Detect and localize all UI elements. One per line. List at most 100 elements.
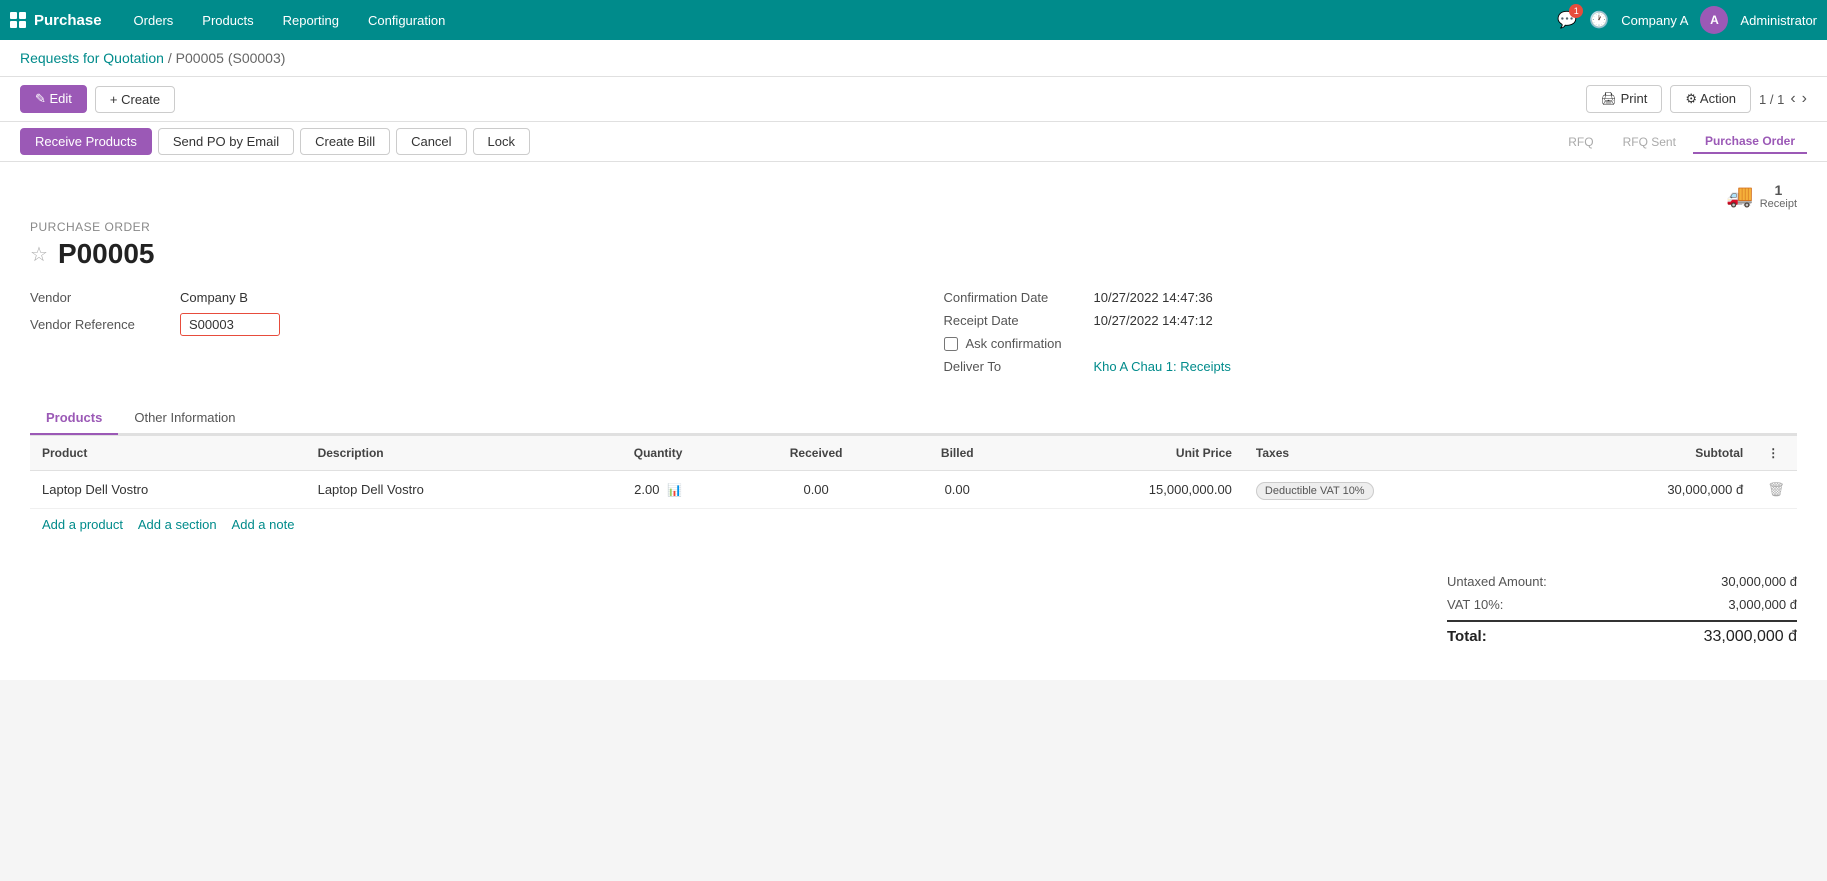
- stage-purchase-order: Purchase Order: [1693, 130, 1807, 154]
- stage-rfq-sent: RFQ Sent: [1611, 131, 1688, 153]
- vendor-label: Vendor: [30, 290, 170, 305]
- grid-icon: [10, 12, 26, 28]
- tab-other-information[interactable]: Other Information: [118, 402, 251, 435]
- totals-untaxed-row: Untaxed Amount: 30,000,000 đ: [1447, 570, 1797, 593]
- cell-delete[interactable]: 🗑: [1755, 471, 1797, 509]
- prev-button[interactable]: ‹: [1790, 90, 1795, 108]
- menu-orders[interactable]: Orders: [122, 7, 186, 34]
- edit-button[interactable]: ✎ Edit: [20, 85, 87, 113]
- topnav-right: 💬 1 🕐 Company A A Administrator: [1557, 6, 1817, 34]
- untaxed-value: 30,000,000 đ: [1721, 574, 1797, 589]
- breadcrumb-parent[interactable]: Requests for Quotation: [20, 50, 164, 66]
- totals-area: Untaxed Amount: 30,000,000 đ VAT 10%: 3,…: [30, 560, 1797, 660]
- app-name: Purchase: [34, 12, 102, 29]
- totals-final-row: Total: 33,000,000 đ: [1447, 620, 1797, 650]
- cell-quantity: 2.00 📊: [581, 471, 735, 509]
- clock-icon[interactable]: 🕐: [1589, 10, 1609, 30]
- deliver-to-value[interactable]: Kho A Chau 1: Receipts: [1094, 359, 1231, 374]
- action-button[interactable]: ⚙ Action: [1670, 85, 1751, 113]
- lock-button[interactable]: Lock: [473, 128, 530, 155]
- menu-reporting[interactable]: Reporting: [271, 7, 351, 34]
- receipt-date-value: 10/27/2022 14:47:12: [1094, 313, 1213, 328]
- confirmation-date-value: 10/27/2022 14:47:36: [1094, 290, 1213, 305]
- col-unit-price: Unit Price: [1017, 436, 1244, 471]
- add-product-link[interactable]: Add a product: [42, 517, 123, 532]
- status-bar: Receive Products Send PO by Email Create…: [0, 122, 1827, 162]
- form-left: Vendor Company B Vendor Reference: [30, 290, 884, 382]
- stage-bar: RFQ RFQ Sent Purchase Order: [1556, 130, 1807, 154]
- vendor-ref-label: Vendor Reference: [30, 317, 170, 332]
- record-section-label: Purchase Order: [30, 220, 1797, 234]
- col-received: Received: [735, 436, 897, 471]
- cell-unit-price: 15,000,000.00: [1017, 471, 1244, 509]
- add-row-area: Add a product Add a section Add a note: [30, 509, 1797, 540]
- pagination: 1 / 1 ‹ ›: [1759, 90, 1807, 108]
- add-note-link[interactable]: Add a note: [232, 517, 295, 532]
- print-button[interactable]: 🖨 Print: [1586, 85, 1663, 113]
- receipt-label: Receipt: [1760, 198, 1797, 210]
- form-right: Confirmation Date 10/27/2022 14:47:36 Re…: [944, 290, 1798, 382]
- total-label: Total:: [1447, 628, 1487, 646]
- record-section: Purchase Order ☆ P00005 Vendor Company B…: [30, 220, 1797, 382]
- deliver-to-label: Deliver To: [944, 359, 1084, 374]
- breadcrumb-separator: /: [168, 50, 172, 66]
- col-subtotal: Subtotal: [1544, 436, 1756, 471]
- receive-products-button[interactable]: Receive Products: [20, 128, 152, 155]
- favorite-icon[interactable]: ☆: [30, 242, 48, 267]
- col-description: Description: [306, 436, 582, 471]
- totals-table: Untaxed Amount: 30,000,000 đ VAT 10%: 3,…: [1447, 570, 1797, 650]
- table-row: Laptop Dell Vostro Laptop Dell Vostro 2.…: [30, 471, 1797, 509]
- tabs: Products Other Information: [30, 402, 1797, 435]
- username: Administrator: [1740, 13, 1817, 28]
- confirmation-date-label: Confirmation Date: [944, 290, 1084, 305]
- record-id: P00005: [58, 238, 155, 270]
- add-section-link[interactable]: Add a section: [138, 517, 217, 532]
- main-content: 🚚 1 Receipt Purchase Order ☆ P00005 Vend…: [0, 162, 1827, 680]
- breadcrumb-current: P00005 (S00003): [176, 50, 286, 66]
- tab-products[interactable]: Products: [30, 402, 118, 435]
- receipt-count: 1: [1774, 182, 1782, 198]
- untaxed-label: Untaxed Amount:: [1447, 574, 1547, 589]
- notification-badge: 1: [1569, 4, 1583, 18]
- menu-configuration[interactable]: Configuration: [356, 7, 457, 34]
- delete-icon[interactable]: 🗑: [1767, 481, 1785, 497]
- totals-vat-row: VAT 10%: 3,000,000 đ: [1447, 593, 1797, 616]
- top-menu: Orders Products Reporting Configuration: [122, 7, 1558, 34]
- create-bill-button[interactable]: Create Bill: [300, 128, 390, 155]
- receipt-button[interactable]: 🚚 1 Receipt: [1726, 182, 1797, 210]
- vat-value: 3,000,000 đ: [1728, 597, 1797, 612]
- avatar[interactable]: A: [1700, 6, 1728, 34]
- company-name: Company A: [1621, 13, 1688, 28]
- create-button[interactable]: + Create: [95, 86, 175, 113]
- col-product: Product: [30, 436, 306, 471]
- vendor-value: Company B: [180, 290, 248, 305]
- cell-taxes: Deductible VAT 10%: [1244, 471, 1544, 509]
- receipt-date-label: Receipt Date: [944, 313, 1084, 328]
- action-bar: ✎ Edit + Create 🖨 Print ⚙ Action 1 / 1 ‹…: [0, 77, 1827, 122]
- topnav: Purchase Orders Products Reporting Confi…: [0, 0, 1827, 40]
- forecast-icon[interactable]: 📊: [667, 483, 682, 497]
- send-po-button[interactable]: Send PO by Email: [158, 128, 294, 155]
- cell-description: Laptop Dell Vostro: [306, 471, 582, 509]
- vat-label: VAT 10%:: [1447, 597, 1503, 612]
- total-value: 33,000,000 đ: [1704, 628, 1797, 646]
- col-quantity: Quantity: [581, 436, 735, 471]
- cell-received: 0.00: [735, 471, 897, 509]
- cell-subtotal: 30,000,000 đ: [1544, 471, 1756, 509]
- app-logo[interactable]: Purchase: [10, 12, 102, 29]
- col-billed: Billed: [897, 436, 1017, 471]
- menu-products[interactable]: Products: [190, 7, 265, 34]
- truck-icon: 🚚: [1726, 183, 1753, 209]
- pagination-label: 1 / 1: [1759, 92, 1784, 107]
- stage-rfq: RFQ: [1556, 131, 1605, 153]
- cell-product: Laptop Dell Vostro: [30, 471, 306, 509]
- cell-billed: 0.00: [897, 471, 1017, 509]
- col-taxes: Taxes: [1244, 436, 1544, 471]
- notification-icon[interactable]: 💬 1: [1557, 10, 1577, 30]
- breadcrumb: Requests for Quotation / P00005 (S00003): [0, 40, 1827, 77]
- ask-confirmation-label: Ask confirmation: [966, 336, 1062, 351]
- ask-confirmation-checkbox[interactable]: [944, 337, 958, 351]
- next-button[interactable]: ›: [1802, 90, 1807, 108]
- cancel-button[interactable]: Cancel: [396, 128, 466, 155]
- vendor-ref-input[interactable]: [180, 313, 280, 336]
